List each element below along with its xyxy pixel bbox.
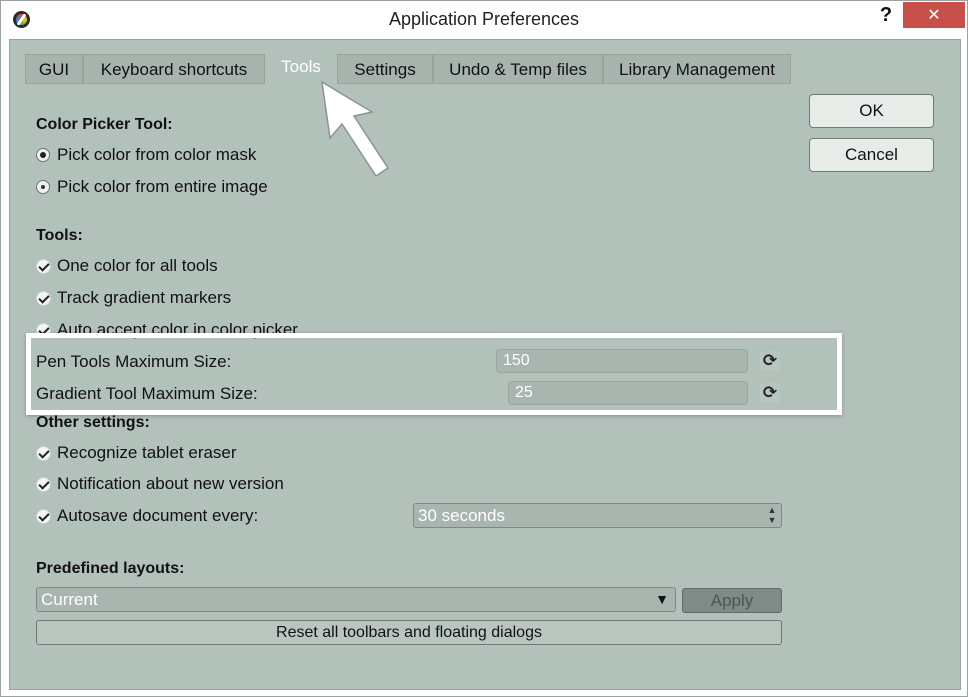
tab-gui[interactable]: GUI [25,54,83,84]
window-title: Application Preferences [388,9,580,29]
gradient-size-field[interactable]: 25 [508,381,748,405]
reset-gradient-size-icon[interactable]: ⟳ [760,383,780,403]
reset-pen-size-icon[interactable]: ⟳ [760,351,780,371]
other-settings-heading: Other settings: [36,414,150,431]
check-track-gradient[interactable]: Track gradient markers [36,287,436,309]
reset-toolbars-button[interactable]: Reset all toolbars and floating dialogs [36,620,782,645]
layout-select-value: Current [41,590,98,609]
layouts-heading: Predefined layouts: [36,560,185,577]
layout-select[interactable]: Current ▼ [36,587,676,612]
dialog-body: GUI Keyboard shortcuts Tools Settings Un… [9,39,961,690]
color-picker-heading: Color Picker Tool: [36,116,173,133]
tools-heading: Tools: [36,227,83,244]
check-autosave[interactable]: Autosave document every: [36,505,396,527]
checkbox-checked-icon[interactable] [36,477,51,492]
checkbox-checked-icon[interactable] [36,446,51,461]
radio-entire-image[interactable]: Pick color from entire image [36,176,436,198]
spinner-arrows-icon[interactable]: ▲ ▼ [765,505,779,527]
check-new-version[interactable]: Notification about new version [36,473,436,495]
gradient-size-label: Gradient Tool Maximum Size: [36,384,258,403]
check-autosave-label: Autosave document every: [57,506,259,525]
autosave-interval-spinner[interactable]: 30 seconds ▲ ▼ [413,503,782,528]
radio-entire-image-label: Pick color from entire image [57,177,268,196]
preferences-window: Application Preferences ? ✕ GUI Keyboard… [0,0,968,697]
check-new-version-label: Notification about new version [57,474,284,493]
checkbox-checked-icon[interactable] [36,509,51,524]
tab-undo-temp-files[interactable]: Undo & Temp files [433,54,603,84]
check-one-color[interactable]: One color for all tools [36,255,436,277]
title-bar[interactable]: Application Preferences ? ✕ [1,1,967,39]
check-tablet-eraser[interactable]: Recognize tablet eraser [36,442,436,464]
checkbox-checked-icon[interactable] [36,259,51,274]
ok-button[interactable]: OK [809,94,934,128]
checkbox-checked-icon[interactable] [36,291,51,306]
pen-size-field[interactable]: 150 [496,349,748,373]
tab-library-management[interactable]: Library Management [603,54,791,84]
apply-button[interactable]: Apply [682,588,782,613]
radio-icon[interactable] [36,180,50,194]
check-track-gradient-label: Track gradient markers [57,288,232,307]
chevron-down-icon[interactable]: ▼ [655,588,669,611]
annotation-pointer-icon [321,80,390,178]
tab-keyboard-shortcuts[interactable]: Keyboard shortcuts [83,54,265,84]
autosave-interval-value: 30 seconds [418,506,505,525]
cancel-button[interactable]: Cancel [809,138,934,172]
check-tablet-eraser-label: Recognize tablet eraser [57,443,237,462]
pen-size-label: Pen Tools Maximum Size: [36,352,232,371]
radio-color-mask-label: Pick color from color mask [57,145,257,164]
check-one-color-label: One color for all tools [57,256,218,275]
close-button[interactable]: ✕ [903,2,965,28]
help-button[interactable]: ? [873,4,899,30]
radio-selected-icon[interactable] [36,148,50,162]
radio-color-mask[interactable]: Pick color from color mask [36,144,436,166]
